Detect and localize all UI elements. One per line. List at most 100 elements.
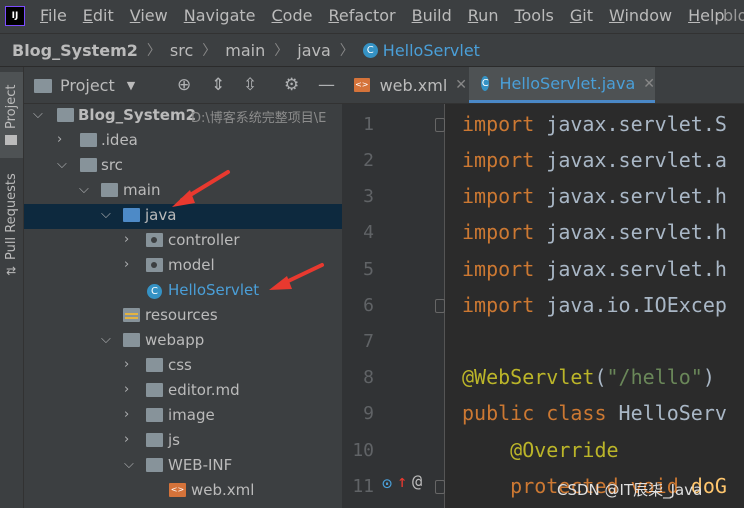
breadcrumb-project[interactable]: Blog_System2 (12, 41, 138, 60)
code-editor[interactable]: import javax.servlet.S import javax.serv… (445, 104, 744, 508)
folder-icon (146, 458, 163, 472)
tree-item-model[interactable]: › model (24, 254, 342, 279)
code-line: import javax.servlet.S (462, 112, 727, 136)
menu-git[interactable]: Git (570, 6, 593, 25)
menu-window[interactable]: Window (609, 6, 672, 25)
project-view-selector[interactable]: Project ▼ (34, 76, 135, 95)
tree-item-js[interactable]: › js (24, 429, 342, 454)
line-number: 9 (363, 403, 374, 424)
line-number: 7 (363, 331, 374, 352)
pull-requests-tool-tab[interactable]: ⇅ Pull Requests (0, 165, 23, 285)
project-tab-label: Project (4, 84, 19, 130)
tree-item-main[interactable]: ⌵ main (24, 179, 342, 204)
chevron-right-icon[interactable]: › (124, 382, 129, 397)
menu-file[interactable]: File (40, 6, 67, 25)
tool-window-strip: Project ⇅ Pull Requests (0, 67, 24, 508)
class-icon: C (147, 284, 162, 299)
menu-code[interactable]: Code (272, 6, 313, 25)
tree-item-helloservlet[interactable]: C HelloServlet (24, 279, 342, 304)
class-icon: C (362, 42, 378, 58)
hide-panel-icon[interactable]: — (318, 75, 335, 95)
fold-icon[interactable] (435, 118, 445, 132)
breadcrumb-helloservlet[interactable]: HelloServlet (383, 41, 480, 60)
menu-view[interactable]: View (130, 6, 168, 25)
chevron-right-icon[interactable]: › (124, 357, 129, 372)
chevron-down-icon[interactable]: ⌵ (124, 457, 134, 472)
folder-icon (146, 433, 163, 447)
project-tool-tab[interactable]: Project (0, 72, 23, 158)
chevron-down-icon[interactable]: ⌵ (57, 157, 67, 172)
menu-refactor[interactable]: Refactor (328, 6, 395, 25)
tree-item-label: Blog_System2 (78, 106, 197, 124)
breadcrumb-main[interactable]: main (225, 41, 265, 60)
override-method-icon[interactable]: ⊙ (382, 474, 392, 494)
code-line: import javax.servlet.h (462, 220, 727, 244)
menu-help[interactable]: Help (688, 6, 724, 25)
code-line: @WebServlet("/hello") (462, 365, 715, 389)
locate-icon[interactable]: ⊕ (177, 75, 191, 95)
chevron-down-icon[interactable]: ⌵ (101, 207, 111, 222)
tree-item-editor-md[interactable]: › editor.md (24, 379, 342, 404)
chevron-down-icon[interactable]: ⌵ (101, 332, 111, 347)
close-icon[interactable]: ✕ (455, 77, 467, 93)
source-folder-icon (123, 208, 140, 222)
expand-all-icon[interactable]: ⇕ (211, 75, 225, 95)
tree-item-webapp[interactable]: ⌵ webapp (24, 329, 342, 354)
tree-item-label: controller (168, 231, 240, 249)
chevron-right-icon[interactable]: › (124, 432, 129, 447)
line-number: 5 (363, 259, 374, 280)
line-number: 1 (363, 114, 374, 135)
line-number: 8 (363, 367, 374, 388)
annotation-gutter-icon[interactable]: @ (412, 472, 422, 492)
close-icon[interactable]: ✕ (643, 76, 655, 92)
tree-item-blog-system2[interactable]: ⌵ Blog_System2 D:\博客系统完整项目\E (24, 104, 342, 129)
editor-gutter: 1 2 3 4 5 6 7 8 9 10 11 ⊙ ↑ @ (342, 104, 445, 508)
gear-icon[interactable]: ⚙ (284, 75, 299, 95)
tree-item-label: model (168, 256, 215, 274)
tree-item-label: web.xml (191, 481, 255, 499)
tree-item-label: src (101, 156, 123, 174)
menu-bar: IJ File Edit View Navigate Code Refactor… (0, 0, 744, 33)
menu-navigate[interactable]: Navigate (184, 6, 256, 25)
go-to-super-icon[interactable]: ↑ (397, 472, 407, 492)
code-line: @Override (462, 438, 619, 462)
project-tree: ⌵ Blog_System2 D:\博客系统完整项目\E › .idea ⌵ s… (24, 104, 342, 508)
menu-tools[interactable]: Tools (514, 6, 553, 25)
menu-edit[interactable]: Edit (83, 6, 114, 25)
chevron-down-icon[interactable]: ⌵ (79, 182, 89, 197)
tree-item-resources[interactable]: resources (24, 304, 342, 329)
module-folder-icon (57, 108, 74, 122)
fold-icon[interactable] (435, 480, 445, 494)
window-title: blo (723, 6, 744, 25)
breadcrumb-src[interactable]: src (170, 41, 193, 60)
tab-helloservlet-java[interactable]: C HelloServlet.java ✕ (469, 67, 655, 103)
chevron-right-icon[interactable]: › (124, 232, 129, 247)
code-line: import javax.servlet.h (462, 184, 727, 208)
dropdown-arrow-icon: ▼ (126, 79, 136, 92)
tree-item-src[interactable]: ⌵ src (24, 154, 342, 179)
editor-tabs: <> web.xml ✕ C HelloServlet.java ✕ (342, 67, 744, 104)
chevron-down-icon[interactable]: ⌵ (33, 107, 43, 122)
tree-item-css[interactable]: › css (24, 354, 342, 379)
tree-item-web-xml[interactable]: <> web.xml (24, 479, 342, 504)
tree-item-path-hint: D:\博客系统完整项目\E (191, 111, 327, 126)
chevron-right-icon[interactable]: › (124, 407, 129, 422)
tree-item-web-inf[interactable]: ⌵ WEB-INF (24, 454, 342, 479)
breadcrumb-java[interactable]: java (297, 41, 331, 60)
xml-file-icon: <> (169, 483, 186, 497)
tree-item-label: editor.md (168, 381, 240, 399)
menu-run[interactable]: Run (468, 6, 499, 25)
menu-build[interactable]: Build (412, 6, 452, 25)
tree-item-java[interactable]: ⌵ java (24, 204, 342, 229)
chevron-right-icon[interactable]: › (57, 132, 62, 147)
fold-icon[interactable] (435, 299, 445, 313)
code-line: import java.io.IOExcep (462, 293, 727, 317)
tree-item-controller[interactable]: › controller (24, 229, 342, 254)
tree-item-image[interactable]: › image (24, 404, 342, 429)
tab-web-xml[interactable]: <> web.xml ✕ (342, 67, 467, 103)
chevron-right-icon[interactable]: › (124, 257, 129, 272)
collapse-all-icon[interactable]: ⇳ (243, 75, 257, 95)
project-panel-header: Project ▼ ⊕ ⇕ ⇳ ⚙ — (24, 67, 342, 104)
folder-icon (146, 408, 163, 422)
tree-item-idea[interactable]: › .idea (24, 129, 342, 154)
